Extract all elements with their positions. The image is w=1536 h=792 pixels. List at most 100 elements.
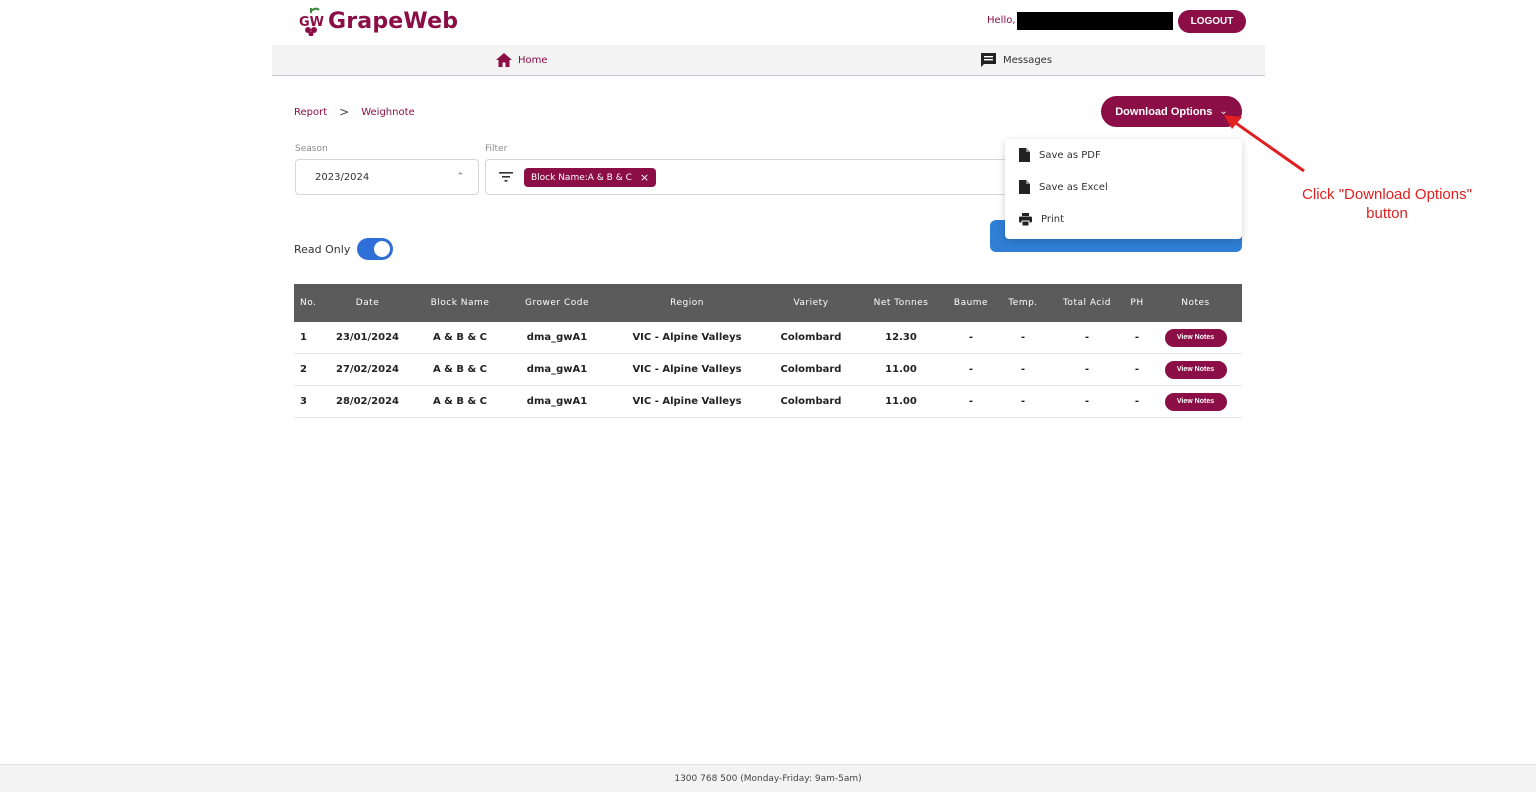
read-only-label: Read Only (294, 242, 351, 256)
column-header[interactable]: Variety (765, 298, 857, 308)
breadcrumb-weighnote[interactable]: Weighnote (361, 107, 414, 118)
logout-button[interactable]: LOGOUT (1178, 10, 1246, 33)
file-icon (1019, 148, 1030, 162)
filter-label: Filter (485, 144, 508, 154)
nav-messages-label: Messages (1003, 54, 1053, 66)
cell-no: 1 (300, 332, 307, 343)
download-options-menu: Save as PDF Save as Excel Print (1005, 139, 1242, 239)
cell-date: 27/02/2024 (336, 364, 399, 375)
read-only-toggle-row: Read Only (294, 238, 394, 260)
nav-messages[interactable]: Messages (980, 45, 1052, 75)
cell-block-name: A & B & C (432, 332, 488, 343)
column-header[interactable]: Net Tonnes (857, 298, 945, 308)
cell-temp: - (1020, 364, 1026, 375)
filter-chip-block-name[interactable]: Block Name:A & B & C × (524, 168, 657, 187)
column-header[interactable]: Block Name (415, 298, 505, 308)
season-select[interactable]: 2023/2024 ⌃ (295, 159, 479, 195)
cell-grower-code: dma_gwA1 (526, 332, 588, 343)
cell-baume: - (968, 332, 974, 343)
table-header: No. Date Block Name Grower Code Region V… (294, 284, 1242, 322)
column-header[interactable]: Notes (1149, 298, 1242, 308)
grape-logo-icon: GW (299, 7, 324, 36)
hello-text: Hello, (987, 15, 1016, 26)
cell-baume: - (968, 396, 974, 407)
column-header[interactable]: Region (609, 298, 765, 308)
table-row: 3 28/02/2024 A & B & C dma_gwA1 VIC - Al… (294, 386, 1242, 418)
chevron-up-icon: ⌃ (456, 172, 464, 182)
cell-variety: Colombard (780, 364, 842, 375)
cell-region: VIC - Alpine Valleys (632, 396, 742, 407)
cell-temp: - (1020, 396, 1026, 407)
column-header[interactable]: PH (1125, 298, 1149, 308)
column-header[interactable]: Temp. (997, 298, 1049, 308)
footer: 1300 768 500 (Monday-Friday: 9am-5am) (0, 764, 1536, 792)
file-icon (1019, 180, 1030, 194)
weighnote-table: No. Date Block Name Grower Code Region V… (294, 284, 1242, 418)
cell-total-acid: - (1084, 396, 1090, 407)
column-header[interactable]: Date (320, 298, 415, 308)
cell-total-acid: - (1084, 332, 1090, 343)
main-nav: Home Messages (272, 45, 1265, 76)
view-notes-button[interactable]: View Notes (1164, 360, 1227, 379)
cell-net-tonnes: 11.00 (885, 396, 917, 407)
cell-ph: - (1134, 332, 1140, 343)
cell-grower-code: dma_gwA1 (526, 396, 588, 407)
cell-notes: View Notes (1149, 392, 1242, 411)
annotation-text: Click "Download Options" button (1302, 186, 1472, 222)
message-icon (981, 53, 996, 67)
cell-date: 28/02/2024 (336, 396, 399, 407)
annotation-arrow-icon (1224, 115, 1305, 173)
cell-ph: - (1134, 396, 1140, 407)
season-label: Season (295, 144, 328, 154)
view-notes-button[interactable]: View Notes (1164, 328, 1227, 347)
redacted-username (1017, 12, 1173, 30)
close-icon[interactable]: × (640, 171, 649, 184)
app-header: GW GrapeWeb Hello, LOGOUT (272, 0, 1265, 45)
filter-icon (499, 172, 513, 182)
table-row: 1 23/01/2024 A & B & C dma_gwA1 VIC - Al… (294, 322, 1242, 354)
cell-block-name: A & B & C (432, 396, 488, 407)
cell-total-acid: - (1084, 364, 1090, 375)
menu-item-save-pdf-label: Save as PDF (1039, 149, 1101, 161)
cell-grower-code: dma_gwA1 (526, 364, 588, 375)
cell-net-tonnes: 12.30 (885, 332, 917, 343)
view-notes-button[interactable]: View Notes (1164, 392, 1227, 411)
cell-baume: - (968, 364, 974, 375)
cell-no: 3 (300, 396, 307, 407)
nav-home[interactable]: Home (496, 45, 548, 75)
cell-notes: View Notes (1149, 328, 1242, 347)
column-header[interactable]: Total Acid (1049, 298, 1125, 308)
column-header[interactable]: Grower Code (505, 298, 609, 308)
nav-home-label: Home (518, 54, 548, 66)
toggle-knob (374, 241, 391, 257)
cell-net-tonnes: 11.00 (885, 364, 917, 375)
menu-item-print-label: Print (1041, 213, 1065, 225)
cell-variety: Colombard (780, 332, 842, 343)
cell-temp: - (1020, 332, 1026, 343)
cell-variety: Colombard (780, 396, 842, 407)
download-options-button[interactable]: Download Options ⌄ (1101, 96, 1242, 127)
menu-item-print[interactable]: Print (1005, 203, 1242, 235)
breadcrumb: Report > Weighnote (294, 105, 415, 119)
menu-item-save-pdf[interactable]: Save as PDF (1005, 139, 1242, 171)
table-row: 2 27/02/2024 A & B & C dma_gwA1 VIC - Al… (294, 354, 1242, 386)
home-icon (496, 53, 512, 67)
download-options-label: Download Options (1115, 105, 1213, 118)
season-value: 2023/2024 (315, 171, 370, 183)
print-icon (1019, 212, 1032, 226)
cell-notes: View Notes (1149, 360, 1242, 379)
cell-ph: - (1134, 364, 1140, 375)
cell-block-name: A & B & C (432, 364, 488, 375)
column-header[interactable]: No. (294, 298, 320, 308)
grapeweb-logo[interactable]: GW GrapeWeb (298, 6, 458, 36)
read-only-toggle[interactable] (357, 238, 394, 260)
footer-phone-text: 1300 768 500 (Monday-Friday: 9am-5am) (674, 773, 862, 784)
brand-name: GrapeWeb (328, 8, 459, 34)
breadcrumb-report[interactable]: Report (294, 107, 327, 118)
column-header[interactable]: Baume (945, 298, 997, 308)
cell-region: VIC - Alpine Valleys (632, 332, 742, 343)
cell-region: VIC - Alpine Valleys (632, 364, 742, 375)
menu-item-save-excel[interactable]: Save as Excel (1005, 171, 1242, 203)
svg-text:GW: GW (299, 15, 324, 30)
menu-item-save-excel-label: Save as Excel (1039, 181, 1108, 193)
